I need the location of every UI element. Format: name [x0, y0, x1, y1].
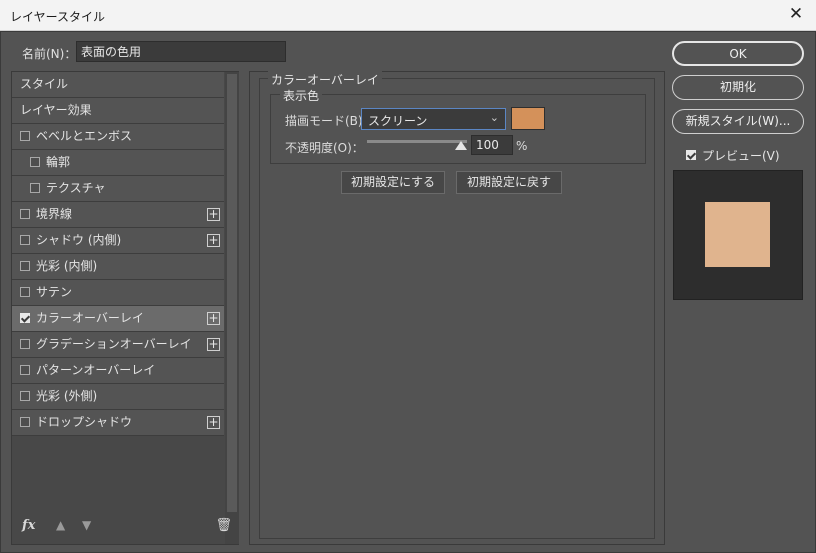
- style-checkbox[interactable]: [20, 338, 30, 349]
- style-item[interactable]: ベベルとエンボス: [12, 124, 224, 150]
- overlay-color-swatch[interactable]: [511, 107, 545, 130]
- close-icon[interactable]: ✕: [786, 4, 806, 24]
- style-checkbox[interactable]: [20, 312, 30, 323]
- preview-toggle[interactable]: プレビュー(V): [686, 147, 780, 164]
- blend-mode-select[interactable]: スクリーン ⌄: [361, 108, 506, 130]
- style-item[interactable]: 境界線 +: [12, 202, 224, 228]
- style-item[interactable]: ドロップシャドウ +: [12, 410, 224, 436]
- style-item[interactable]: グラデーションオーバーレイ +: [12, 332, 224, 358]
- opacity-slider-thumb[interactable]: [455, 141, 467, 150]
- style-checkbox[interactable]: [20, 208, 30, 219]
- preview-label: プレビュー(V): [702, 149, 780, 163]
- trash-icon[interactable]: 🗑: [215, 518, 232, 533]
- style-item[interactable]: カラーオーバーレイ +: [12, 306, 224, 332]
- style-item[interactable]: サテン: [12, 280, 224, 306]
- style-item[interactable]: 光彩 (内側): [12, 254, 224, 280]
- style-item[interactable]: テクスチャ: [12, 176, 224, 202]
- style-item-label: ベベルとエンボス: [36, 129, 133, 143]
- style-item-label: パターンオーバーレイ: [36, 363, 156, 377]
- style-checkbox[interactable]: [20, 390, 30, 401]
- style-item-label: グラデーションオーバーレイ: [36, 337, 192, 351]
- add-effect-icon[interactable]: +: [207, 338, 220, 351]
- title-bar: レイヤースタイル ✕: [0, 0, 816, 31]
- scrollbar-thumb[interactable]: [227, 74, 237, 512]
- opacity-label: 不透明度(O)：: [285, 141, 364, 155]
- style-item-label: カラーオーバーレイ: [36, 311, 144, 325]
- opacity-input[interactable]: [471, 135, 513, 155]
- move-down-icon[interactable]: ▼: [82, 518, 91, 532]
- styles-list: スタイルレイヤー効果ベベルとエンボス輪郭テクスチャ境界線 + シャドウ (内側) + 光…: [12, 72, 224, 436]
- style-item[interactable]: パターンオーバーレイ: [12, 358, 224, 384]
- style-item-label: 光彩 (外側): [36, 389, 98, 403]
- style-checkbox[interactable]: [20, 364, 30, 375]
- make-default-button[interactable]: 初期設定にする: [341, 171, 445, 194]
- style-checkbox[interactable]: [30, 182, 40, 193]
- style-item-label: 境界線: [36, 207, 73, 221]
- blend-mode-value: スクリーン: [368, 114, 428, 128]
- style-item[interactable]: レイヤー効果: [12, 98, 224, 124]
- styles-footer: fx ▲ ▼ 🗑: [20, 518, 234, 534]
- window-title: レイヤースタイル: [10, 10, 106, 24]
- style-item-label: 輪郭: [46, 155, 71, 169]
- color-subgroup-title: 表示色: [280, 87, 323, 104]
- fx-icon[interactable]: fx: [22, 518, 35, 533]
- style-item-label: シャドウ (内側): [36, 233, 122, 247]
- move-up-icon[interactable]: ▲: [56, 518, 65, 532]
- style-checkbox[interactable]: [20, 234, 30, 245]
- style-checkbox[interactable]: [30, 156, 40, 167]
- add-effect-icon[interactable]: +: [207, 416, 220, 429]
- add-effect-icon[interactable]: +: [207, 208, 220, 221]
- style-item[interactable]: 輪郭: [12, 150, 224, 176]
- style-checkbox[interactable]: [20, 260, 30, 271]
- style-checkbox[interactable]: [20, 416, 30, 427]
- style-item[interactable]: スタイル: [12, 72, 224, 98]
- chevron-down-icon: ⌄: [489, 111, 499, 124]
- style-item-label: テクスチャ: [46, 181, 106, 195]
- styles-scrollbar[interactable]: [225, 72, 239, 544]
- style-item[interactable]: シャドウ (内側) +: [12, 228, 224, 254]
- style-item-label: スタイル: [20, 77, 69, 91]
- name-label: 名前(N)：: [22, 47, 77, 61]
- new-style-button[interactable]: 新規スタイル(W)...: [672, 109, 804, 134]
- add-effect-icon[interactable]: +: [207, 312, 220, 325]
- style-item[interactable]: 光彩 (外側): [12, 384, 224, 410]
- style-item-label: 光彩 (内側): [36, 259, 98, 273]
- color-overlay-title: カラーオーバーレイ: [268, 71, 382, 88]
- style-checkbox[interactable]: [20, 286, 30, 297]
- name-input[interactable]: [76, 41, 286, 62]
- add-effect-icon[interactable]: +: [207, 234, 220, 247]
- reset-button[interactable]: 初期化: [672, 75, 804, 100]
- opacity-unit: %: [516, 139, 528, 153]
- preview-checkbox[interactable]: [686, 149, 696, 160]
- style-item-label: サテン: [36, 285, 73, 299]
- opacity-slider[interactable]: [367, 140, 467, 143]
- styles-panel: スタイルレイヤー効果ベベルとエンボス輪郭テクスチャ境界線 + シャドウ (内側) + 光…: [11, 71, 239, 545]
- ok-button[interactable]: OK: [672, 41, 804, 66]
- style-checkbox[interactable]: [20, 130, 30, 141]
- style-item-label: レイヤー効果: [20, 103, 92, 117]
- preview-swatch: [705, 202, 770, 267]
- reset-to-default-button[interactable]: 初期設定に戻す: [456, 171, 562, 194]
- style-item-label: ドロップシャドウ: [36, 415, 133, 429]
